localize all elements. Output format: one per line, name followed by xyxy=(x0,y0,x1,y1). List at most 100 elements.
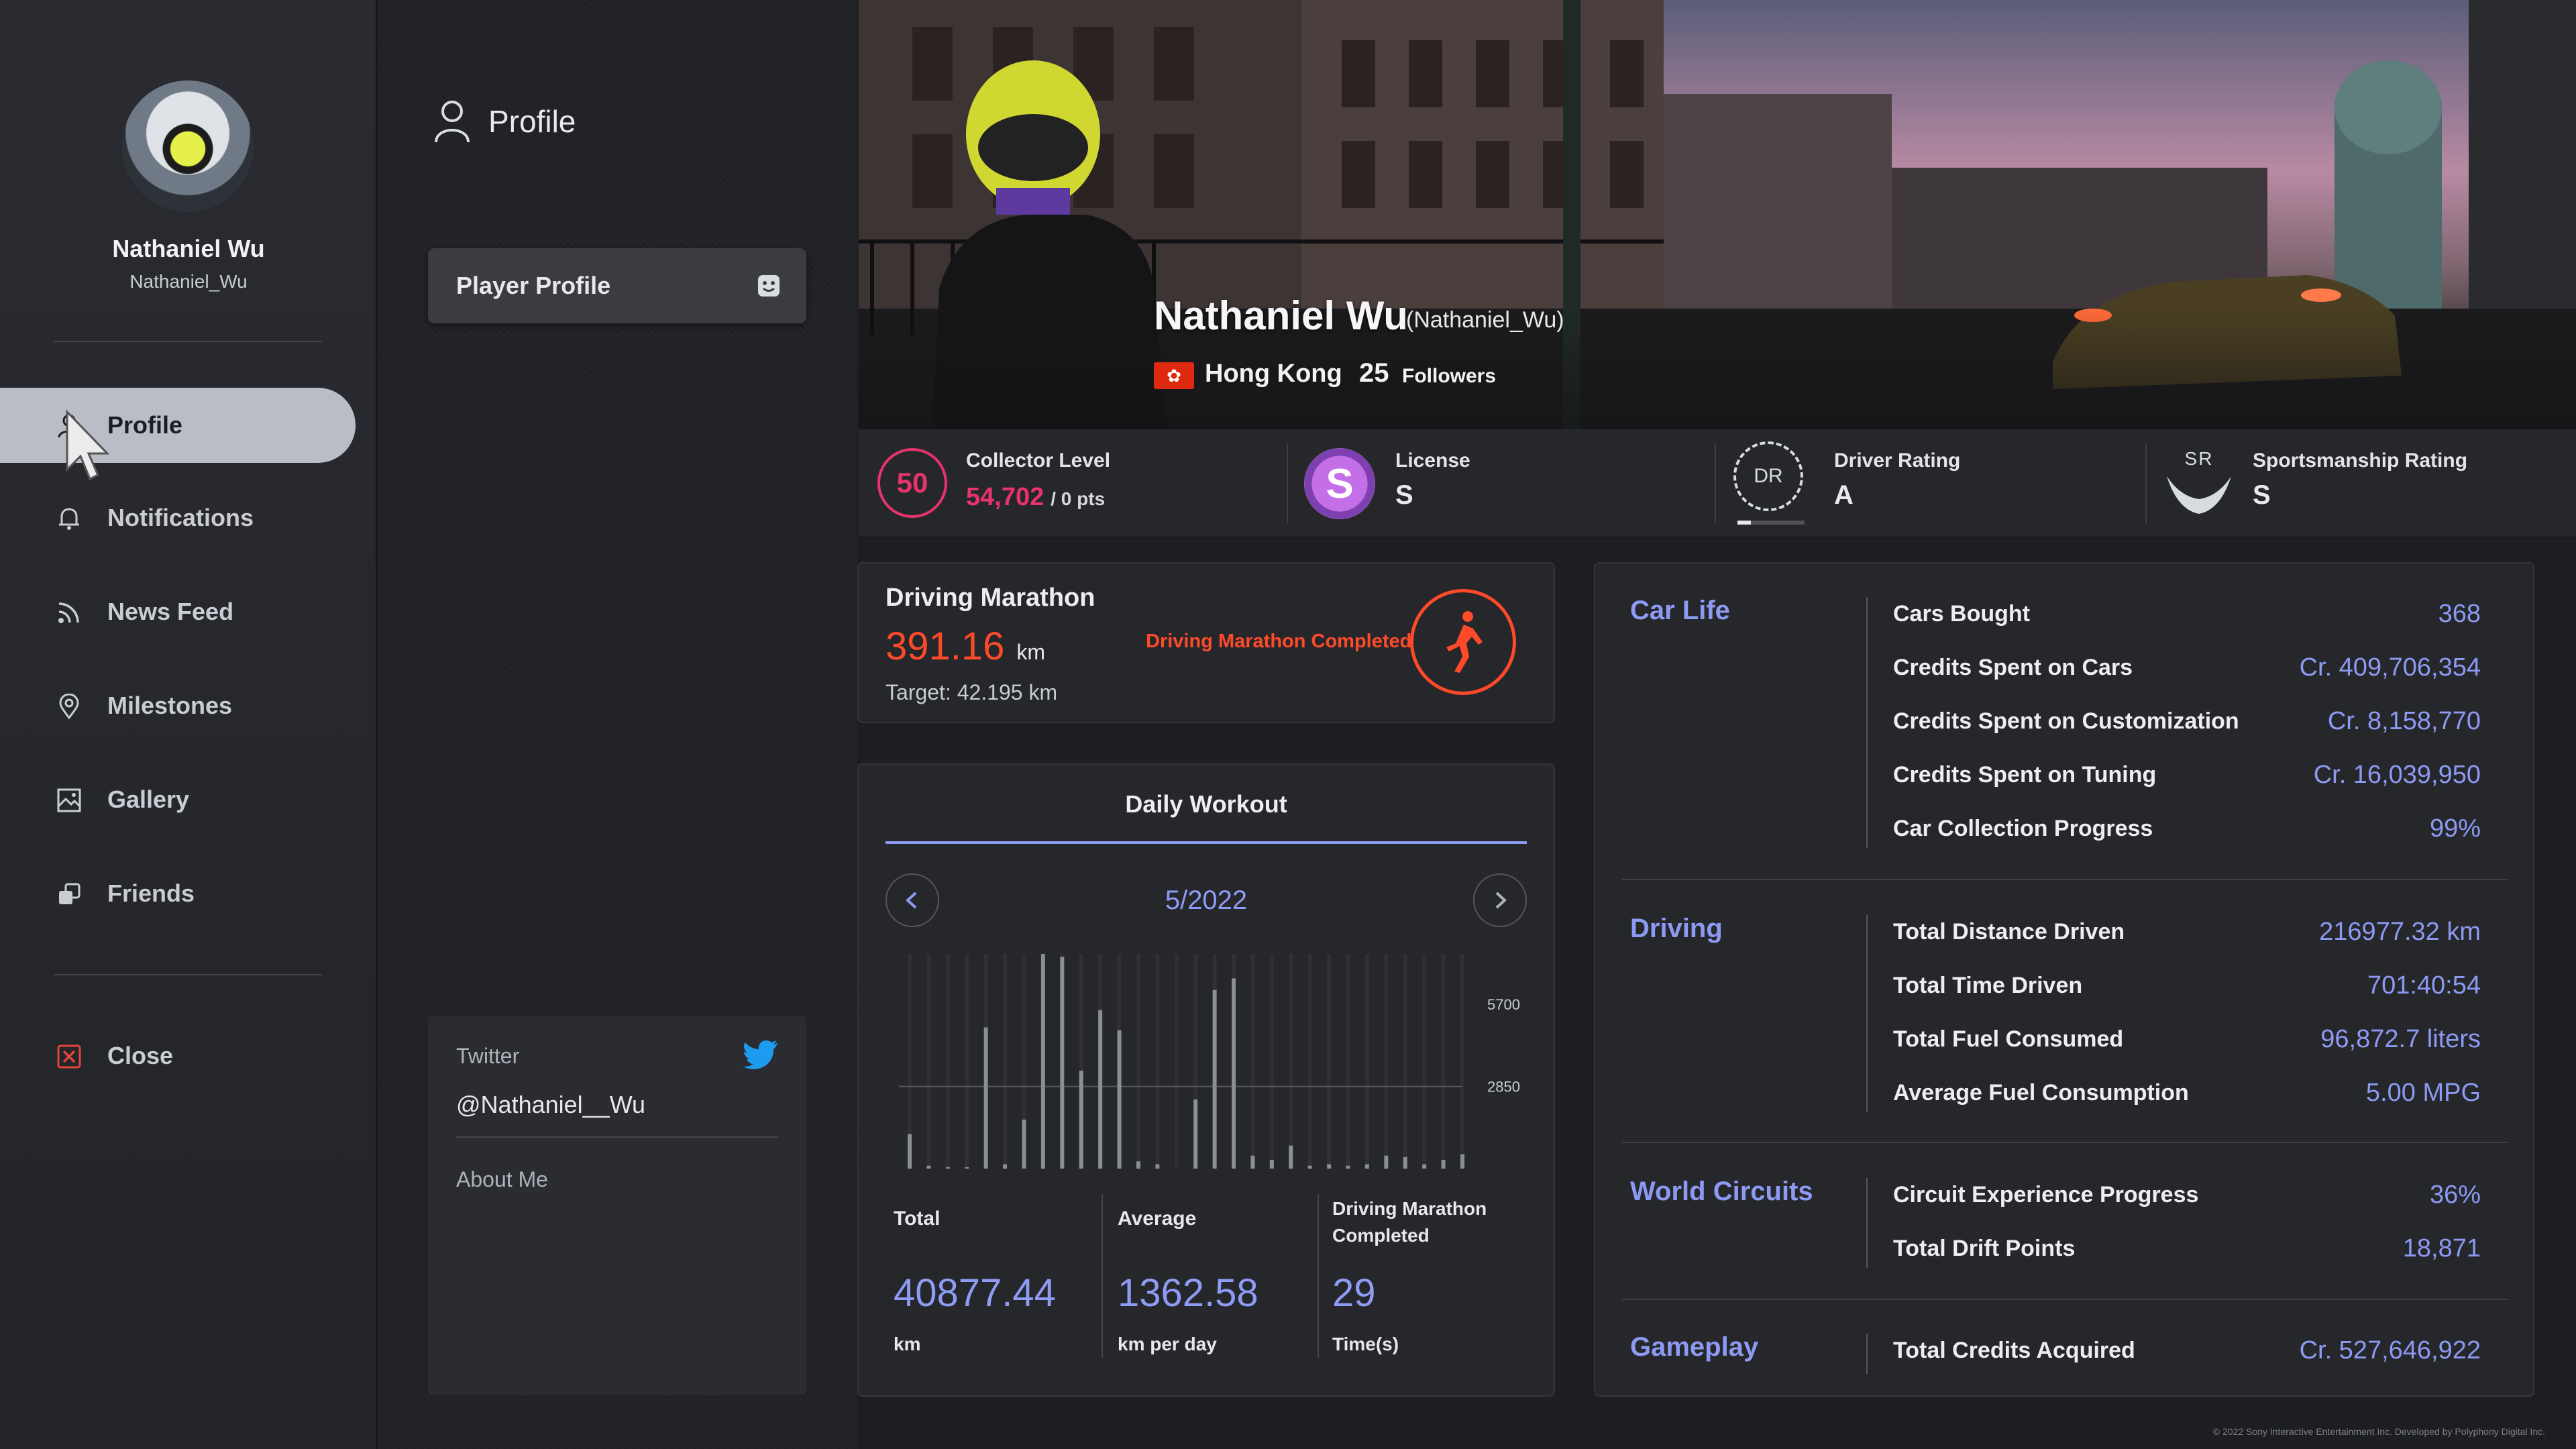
chart-bar-track xyxy=(1327,954,1332,1169)
about-me-label: About Me xyxy=(456,1167,548,1191)
stats-category-driving: Driving xyxy=(1630,914,1723,943)
sidebar-item-milestones[interactable]: Milestones xyxy=(0,668,356,743)
ratings-bar: 50 Collector Level 54,702 / 0 pts S Lice… xyxy=(859,429,2576,538)
stat-label: Total Distance Driven xyxy=(1893,919,2125,945)
daily-workout-card: Daily Workout 5/2022 5700 2850 Total 408… xyxy=(857,763,1555,1397)
hero-username: (Nathaniel_Wu) xyxy=(1406,307,1564,333)
close-button[interactable]: Close xyxy=(0,1018,356,1093)
sidebar-item-notifications[interactable]: Notifications xyxy=(0,480,356,555)
license-title: License xyxy=(1395,449,1470,472)
chart-bar xyxy=(1250,1155,1255,1169)
mouse-cursor-icon xyxy=(66,409,110,481)
next-month-button[interactable] xyxy=(1473,873,1527,927)
rating-separator xyxy=(1287,443,1288,523)
chart-bar xyxy=(1422,1164,1427,1169)
stat-label: Credits Spent on Cars xyxy=(1893,655,2133,680)
sidebar-item-profile[interactable]: Profile xyxy=(0,388,356,463)
totals-divider xyxy=(1318,1194,1319,1358)
stat-value: 701:40:54 xyxy=(2367,971,2481,1000)
sidebar-item-label: News Feed xyxy=(107,598,234,625)
stat-label: Total Fuel Consumed xyxy=(1893,1026,2124,1052)
chart-bar-track xyxy=(1155,954,1160,1169)
workout-tab-underline xyxy=(885,841,1527,844)
sidebar-username: Nathaniel_Wu xyxy=(129,271,248,292)
total-unit: km xyxy=(894,1334,921,1354)
stat-value: 18,871 xyxy=(2402,1234,2481,1263)
chart-bar xyxy=(908,1134,912,1169)
stats-divider xyxy=(1622,1299,2508,1300)
collector-points-total: / 0 pts xyxy=(1051,488,1106,509)
social-card: Twitter @Nathaniel__Wu About Me xyxy=(428,1016,806,1395)
stat-label: Credits Spent on Tuning xyxy=(1893,762,2157,788)
chart-bar-track xyxy=(1441,954,1446,1169)
workout-month: 5/2022 xyxy=(1165,885,1248,915)
twitter-handle[interactable]: @Nathaniel__Wu xyxy=(456,1091,645,1119)
driver-rating-badge: DR xyxy=(1733,441,1803,511)
marathon-status: Driving Marathon Completed xyxy=(1146,631,1412,652)
face-icon xyxy=(758,275,780,297)
stats-category-car-life: Car Life xyxy=(1630,596,1730,625)
sidebar-divider xyxy=(54,974,322,975)
chart-bar-track xyxy=(926,954,931,1169)
sportsmanship-value: S xyxy=(2253,480,2271,510)
divider xyxy=(456,1136,778,1138)
sportsmanship-badge: SR xyxy=(2164,448,2234,518)
stat-value: Cr. 527,646,922 xyxy=(2299,1336,2481,1364)
stat-label: Average Fuel Consumption xyxy=(1893,1080,2189,1106)
sidebar-item-friends[interactable]: Friends xyxy=(0,856,356,931)
stat-label: Total Drift Points xyxy=(1893,1236,2076,1261)
stat-value: 96,872.7 liters xyxy=(2320,1025,2481,1053)
chart-bar-track xyxy=(1346,954,1350,1169)
stats-divider xyxy=(1622,879,2508,880)
sidebar-item-gallery[interactable]: Gallery xyxy=(0,762,356,837)
person-icon xyxy=(435,101,470,143)
sportsmanship-title: Sportsmanship Rating xyxy=(2253,449,2468,472)
chart-bar xyxy=(1040,954,1045,1169)
sidebar-display-name: Nathaniel Wu xyxy=(112,235,265,262)
license-value: S xyxy=(1395,480,1413,510)
chart-bar xyxy=(1269,1160,1274,1169)
total-value: 40877.44 xyxy=(894,1271,1056,1315)
avatar[interactable] xyxy=(122,80,254,212)
marathon-count-value: 29 xyxy=(1332,1271,1376,1315)
sidebar: Nathaniel Wu Nathaniel_Wu Profile Notifi… xyxy=(0,0,377,1449)
player-profile-button[interactable]: Player Profile xyxy=(428,248,806,323)
chart-bar xyxy=(1022,1119,1026,1169)
followers-count[interactable]: 25 xyxy=(1359,358,1389,388)
runner-icon xyxy=(1410,589,1516,695)
daily-workout-chart: 5700 2850 xyxy=(899,954,1520,1169)
stat-label: Car Collection Progress xyxy=(1893,816,2153,841)
marathon-distance-unit: km xyxy=(1016,640,1046,664)
sidebar-divider xyxy=(54,341,322,342)
chart-bar xyxy=(1327,1164,1332,1169)
chart-bar xyxy=(1384,1155,1389,1169)
stat-label: Cars Bought xyxy=(1893,601,2030,627)
sidebar-item-label: Friends xyxy=(107,879,195,907)
chart-bar-track xyxy=(945,954,950,1169)
panel-header: Profile xyxy=(433,98,576,145)
stat-label: Total Credits Acquired xyxy=(1893,1338,2135,1363)
stats-category-world-circuits: World Circuits xyxy=(1630,1177,1813,1206)
sidebar-item-news-feed[interactable]: News Feed xyxy=(0,574,356,649)
average-label: Average xyxy=(1118,1208,1197,1230)
chart-bar xyxy=(1403,1157,1407,1169)
driver-rating-value: A xyxy=(1834,480,1854,510)
workout-tab-title[interactable]: Daily Workout xyxy=(859,790,1554,818)
rss-icon xyxy=(56,600,82,625)
marathon-count-label: Driving Marathon Completed xyxy=(1332,1198,1487,1246)
stat-value: 5.00 MPG xyxy=(2365,1079,2481,1107)
panel-title: Profile xyxy=(488,104,576,139)
stats-vline xyxy=(1866,915,1868,1112)
chart-bar xyxy=(1346,1165,1350,1169)
chart-bar-track xyxy=(1174,954,1179,1169)
followers-label[interactable]: Followers xyxy=(1402,365,1496,388)
chart-bar xyxy=(983,1027,988,1169)
chart-bar xyxy=(945,1167,950,1169)
twitter-icon[interactable] xyxy=(743,1040,778,1069)
rating-separator xyxy=(1715,443,1716,523)
chart-bar-track xyxy=(1250,954,1255,1169)
sidebar-item-label: Notifications xyxy=(107,504,254,531)
chart-bar xyxy=(1136,1161,1140,1169)
license-badge: S xyxy=(1304,448,1375,519)
chart-bar xyxy=(1060,957,1065,1169)
